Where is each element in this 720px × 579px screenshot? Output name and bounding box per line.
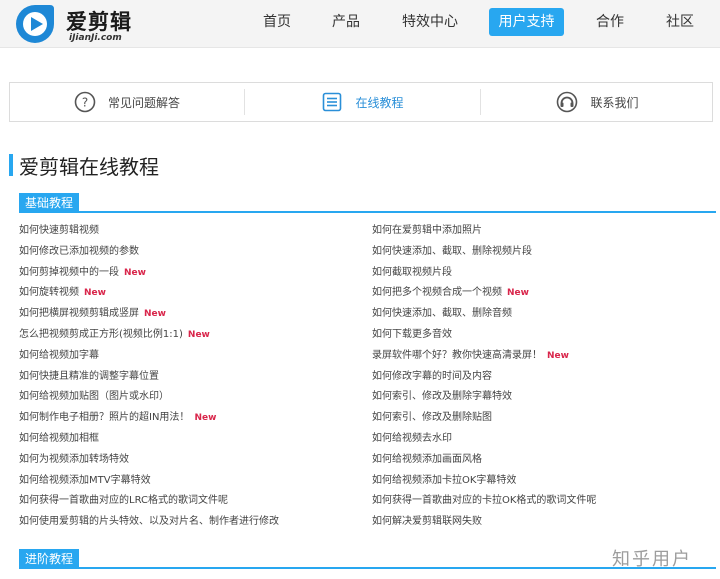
tutorial-link[interactable]: 如何给视频添加MTV字幕特效 (19, 473, 151, 489)
tutorial-link[interactable]: 如何给视频加字幕 (19, 348, 99, 364)
tutorial-link-text: 如何截取视频片段 (372, 267, 452, 278)
logo-domain: iJianJi.com (69, 33, 122, 43)
nav-effects-center[interactable]: 特效中心 (399, 8, 461, 36)
top-navbar: 爱剪辑 iJianJi.com 首页 产品 特效中心 用户支持 合作 社区 (0, 0, 720, 48)
tutorial-link-text: 如何下载更多音效 (372, 329, 452, 340)
nav-user-support[interactable]: 用户支持 (489, 8, 564, 36)
list-doc-icon (323, 92, 342, 112)
logo-name: 爱剪辑 (66, 10, 132, 34)
site-logo[interactable]: 爱剪辑 iJianJi.com (14, 3, 164, 45)
new-badge: New (187, 330, 210, 340)
tutorial-link[interactable]: 如何修改已添加视频的参数 (19, 244, 139, 260)
tutorial-link[interactable]: 如何下载更多音效 (372, 327, 452, 343)
tab-online-tutorials-label: 在线教程 (355, 95, 404, 110)
tutorial-link-text: 如何快速剪辑视频 (19, 225, 99, 236)
new-badge: New (194, 413, 217, 423)
new-badge: New (547, 351, 569, 361)
question-circle-icon: ? (74, 91, 96, 113)
tutorial-link-text: 如何给视频添加卡拉OK字幕特效 (372, 475, 517, 486)
tutorial-link[interactable]: 如何快捷且精准的调整字幕位置 (19, 369, 159, 385)
tutorial-link[interactable]: 如何获得一首歌曲对应的LRC格式的歌词文件呢 (19, 493, 228, 509)
tutorial-link[interactable]: 如何旋转视频 New (19, 285, 106, 301)
new-badge: New (84, 288, 106, 298)
tutorial-link-text: 如何修改字幕的时间及内容 (372, 371, 492, 382)
headset-icon (557, 91, 578, 113)
nav-home[interactable]: 首页 (256, 8, 298, 36)
tutorial-link[interactable]: 如何解决爱剪辑联网失败 (372, 514, 482, 530)
new-badge: New (144, 309, 166, 319)
tutorial-link-text: 如何索引、修改及删除贴图 (372, 412, 492, 423)
page-title: 爱剪辑在线教程 (19, 155, 159, 179)
title-accent-bar (9, 154, 13, 176)
tutorial-link-text: 如何把横屏视频剪辑成竖屏 (19, 308, 139, 319)
tab-faq-label: 常见问题解答 (107, 95, 180, 110)
tutorial-link-text: 如何旋转视频 (19, 287, 79, 298)
tutorial-link-text: 如何给视频添加MTV字幕特效 (19, 475, 151, 486)
tutorial-link[interactable]: 如何剪掉视频中的一段 New (19, 265, 146, 281)
tutorial-link[interactable]: 如何把多个视频合成一个视频 New (372, 285, 529, 301)
support-subtabs: ? 常见问题解答 在线教程 联系我们 (9, 82, 713, 122)
tutorial-link[interactable]: 如何制作电子相册？照片的超IN用法！ New (19, 410, 216, 426)
tutorial-link[interactable]: 如何给视频添加画面风格 (372, 452, 482, 468)
tutorial-link-text: 如何索引、修改及删除字幕特效 (372, 391, 512, 402)
tutorial-link-text: 如何给视频加贴图（图片或水印） (19, 391, 169, 402)
tutorial-link[interactable]: 如何给视频加贴图（图片或水印） (19, 389, 169, 405)
watermark: 知乎用户 (612, 549, 692, 570)
tutorial-link-text: 如何把多个视频合成一个视频 (372, 287, 502, 298)
tutorial-link[interactable]: 如何在爱剪辑中添加照片 (372, 223, 482, 239)
tutorial-link-text: 如何在爱剪辑中添加照片 (372, 225, 482, 236)
tutorial-link[interactable]: 如何索引、修改及删除贴图 (372, 410, 492, 426)
nav-products[interactable]: 产品 (328, 8, 364, 36)
tutorial-link[interactable]: 如何快速剪辑视频 (19, 223, 99, 239)
new-badge: New (124, 268, 146, 278)
tutorial-link[interactable]: 怎么把视频剪成正方形(视频比例1:1) New (19, 327, 210, 343)
tutorial-link[interactable]: 如何把横屏视频剪辑成竖屏 New (19, 306, 166, 322)
tutorial-link[interactable]: 如何获得一首歌曲对应的卡拉OK格式的歌词文件呢 (372, 493, 596, 509)
tutorial-link-text: 如何给视频加相框 (19, 433, 99, 444)
tab-faq[interactable]: ? 常见问题解答 (10, 83, 244, 121)
tutorial-link[interactable]: 如何为视频添加转场特效 (19, 452, 129, 468)
tutorial-link-text: 如何给视频加字幕 (19, 350, 99, 361)
tab-contact-us-label: 联系我们 (590, 95, 639, 110)
tutorial-link-text: 如何为视频添加转场特效 (19, 454, 129, 465)
tutorial-link[interactable]: 如何索引、修改及删除字幕特效 (372, 389, 512, 405)
tutorial-link-text: 如何解决爱剪辑联网失败 (372, 516, 482, 527)
section-basic-tutorials: 基础教程 (19, 193, 80, 213)
tutorial-link[interactable]: 如何使用爱剪辑的片头特效、以及对片名、制作者进行修改 (19, 514, 279, 530)
tutorial-link-text: 如何给视频去水印 (372, 433, 452, 444)
tutorial-link-text: 如何获得一首歌曲对应的卡拉OK格式的歌词文件呢 (372, 495, 597, 506)
tutorial-link-text: 怎么把视频剪成正方形(视频比例1:1) (19, 329, 183, 340)
logo-play-icon (16, 5, 54, 43)
tutorial-link[interactable]: 如何给视频添加卡拉OK字幕特效 (372, 473, 516, 489)
tutorial-link[interactable]: 如何快速添加、截取、删除视频片段 (372, 244, 532, 260)
tutorial-link-text: 如何快速添加、截取、删除音频 (372, 308, 512, 319)
tutorial-link[interactable]: 如何给视频加相框 (19, 431, 99, 447)
section-advanced-tutorials: 进阶教程 (19, 549, 80, 569)
new-badge: New (507, 288, 529, 298)
tutorial-link[interactable]: 如何给视频去水印 (372, 431, 452, 447)
tutorial-link-text: 如何使用爱剪辑的片头特效、以及对片名、制作者进行修改 (19, 516, 279, 527)
tutorial-link[interactable]: 如何修改字幕的时间及内容 (372, 369, 492, 385)
section-divider (19, 211, 716, 213)
tutorial-link-text: 如何修改已添加视频的参数 (19, 246, 139, 257)
svg-text:?: ? (82, 96, 88, 110)
tutorial-link-text: 录屏软件哪个好？教你快速高清录屏！ (372, 350, 542, 361)
tutorial-link[interactable]: 如何快速添加、截取、删除音频 (372, 306, 512, 322)
nav-community[interactable]: 社区 (662, 8, 698, 36)
nav-cooperation[interactable]: 合作 (592, 8, 628, 36)
tab-contact-us[interactable]: 联系我们 (481, 83, 714, 121)
tutorial-link[interactable]: 如何截取视频片段 (372, 265, 452, 281)
tutorial-link-text: 如何剪掉视频中的一段 (19, 267, 119, 278)
tutorial-link-text: 如何给视频添加画面风格 (372, 454, 482, 465)
tutorial-link-text: 如何快速添加、截取、删除视频片段 (372, 246, 532, 257)
tab-online-tutorials[interactable]: 在线教程 (245, 83, 480, 121)
tutorial-link[interactable]: 录屏软件哪个好？教你快速高清录屏！ New (372, 348, 569, 364)
tutorial-link-text: 如何获得一首歌曲对应的LRC格式的歌词文件呢 (19, 495, 229, 506)
tutorial-link-text: 如何快捷且精准的调整字幕位置 (19, 371, 159, 382)
tutorial-link-text: 如何制作电子相册？照片的超IN用法！ (19, 412, 190, 423)
